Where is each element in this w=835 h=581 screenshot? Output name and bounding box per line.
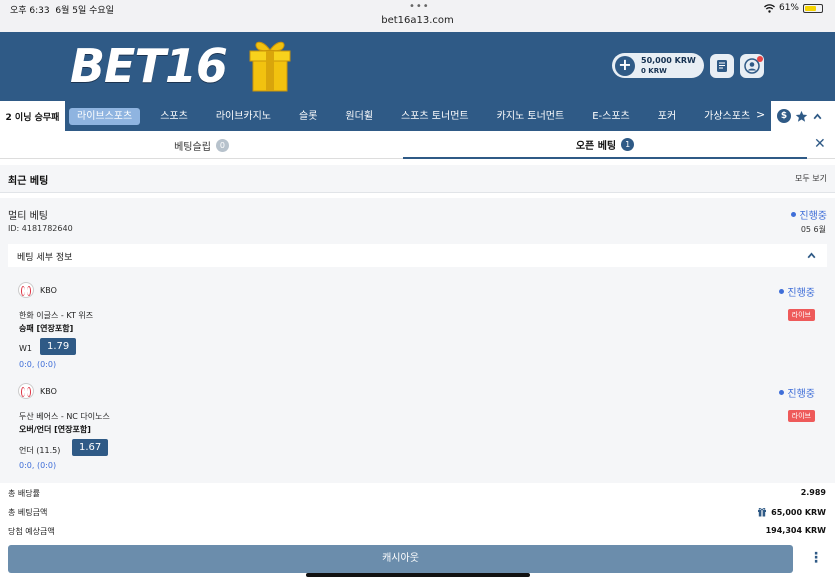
nav-item[interactable]: 스포츠 토너먼트: [387, 108, 483, 125]
nav-item[interactable]: 포커: [644, 108, 690, 125]
league-label: KBO: [18, 282, 57, 298]
potential-payout-label: 당첨 예상금액: [8, 527, 55, 536]
match-score: 0:0, (0:0): [19, 360, 57, 369]
nav-items: 라이브스포츠 스포츠 라이브카지노 슬롯 원더휠 스포츠 토너먼트 카지노 토너먼트 E-스포…: [69, 101, 764, 131]
baseball-icon: [18, 282, 34, 298]
market-name: 오버/언더 [연장포함]: [19, 425, 91, 434]
potential-payout-value: 194,304 KRW: [765, 526, 826, 535]
betslip-document-button[interactable]: [710, 54, 734, 78]
battery-icon: [803, 3, 823, 13]
close-icon[interactable]: ✕: [814, 136, 826, 152]
bet-id: ID: 4181782640: [8, 224, 73, 233]
url-bar[interactable]: bet16a13.com: [0, 15, 835, 26]
bet-type: 멀티 베팅: [8, 211, 48, 222]
match-teams: 한화 이글스 - KT 위즈: [19, 311, 94, 320]
league-label: KBO: [18, 383, 57, 399]
balance-widget[interactable]: + 50,000 KRW 0 KRW: [612, 53, 704, 78]
balance-main: 50,000 KRW: [641, 55, 696, 65]
bet-selection: KBO 진행중 두산 베어스 - NC 다이노스 오버/언더 [연장포함] 라이…: [12, 377, 823, 477]
view-all-link[interactable]: 모두 보기: [795, 173, 827, 184]
total-odds-label: 총 배당률: [8, 489, 40, 498]
nav-item[interactable]: 슬롯: [285, 108, 331, 125]
document-icon: [717, 60, 727, 72]
live-badge: 라이브: [787, 309, 815, 321]
total-odds-value: 2.989: [800, 488, 826, 497]
battery-percent: 61%: [778, 3, 799, 13]
more-vertical-icon[interactable]: ⋮: [809, 550, 823, 566]
market-name: 승패 [연장포함]: [19, 324, 74, 333]
selection-status: 진행중: [779, 284, 815, 299]
balance-bonus: 0 KRW: [641, 66, 667, 75]
chevron-up-icon[interactable]: [812, 111, 823, 122]
nav-item[interactable]: 원더휠: [331, 108, 387, 125]
odd-value: 1.79: [40, 338, 77, 355]
main-nav: 2 이닝 승무패 라이브스포츠 스포츠 라이브카지노 슬롯 원더휠 스포츠 토너먼트 카지노…: [0, 101, 835, 131]
bet-selection: KBO 진행중 한화 이글스 - KT 위즈 승패 [연장포함] 라이브 W1 …: [12, 276, 823, 374]
betslip-count-badge: 0: [215, 138, 229, 152]
site-header: BET16 + 50,000 KRW 0 KRW: [0, 32, 835, 101]
nav-item[interactable]: 스포츠: [146, 108, 202, 125]
bet-date: 05 6월: [800, 225, 826, 234]
star-icon[interactable]: [795, 110, 808, 123]
wifi-icon: [764, 3, 775, 13]
deposit-plus-icon[interactable]: +: [615, 55, 635, 76]
selection-status: 진행중: [779, 385, 815, 400]
open-bets-count-badge: 1: [621, 137, 635, 151]
total-stake-label: 총 베팅금액: [8, 508, 48, 517]
baseball-icon: [18, 383, 34, 399]
status-dot-icon: [779, 390, 785, 395]
more-dots-icon[interactable]: •••: [409, 1, 430, 12]
status-dot-icon: [791, 212, 797, 217]
recent-bets-title: 최근 베팅: [8, 176, 49, 187]
logo[interactable]: BET16: [70, 36, 228, 96]
potential-payout-row: 당첨 예상금액 194,304 KRW: [0, 522, 835, 540]
nav-item[interactable]: 라이브카지노: [202, 108, 285, 125]
bet-details-title: 베팅 세부 정보: [17, 253, 73, 263]
bet-details-toggle[interactable]: 베팅 세부 정보: [8, 244, 827, 267]
odd-value: 1.67: [72, 439, 109, 456]
live-badge: 라이브: [787, 410, 815, 422]
betslip-tabs: 베팅슬립 0 오픈 베팅 1: [0, 131, 835, 159]
nav-item[interactable]: 가상스포츠: [690, 108, 764, 125]
total-stake-value: 65,000 KRW: [771, 507, 826, 517]
recent-bets-header: 최근 베팅 모두 보기: [0, 165, 835, 193]
nav-item[interactable]: 카지노 토너먼트: [483, 108, 579, 125]
currency-icon[interactable]: $: [777, 109, 791, 123]
nav-next-arrow[interactable]: >: [756, 108, 765, 121]
gift-logo-icon: [247, 38, 293, 95]
status-right: 61%: [764, 3, 823, 13]
pick-label: 언더 (11.5): [19, 446, 61, 455]
home-indicator: [306, 573, 530, 577]
nav-item[interactable]: 라이브스포츠: [69, 107, 141, 125]
chevron-up-icon[interactable]: [806, 250, 817, 261]
total-stake-row: 총 베팅금액 65,000 KRW: [0, 503, 835, 521]
tab-betslip[interactable]: 베팅슬립 0: [0, 131, 403, 159]
total-odds-row: 총 배당률 2.989: [0, 484, 835, 502]
status-bar: 오후 6:33 6월 5일 수요일 ••• bet16a13.com 61%: [0, 0, 835, 32]
pick-label: W1: [19, 344, 32, 353]
match-teams: 두산 베어스 - NC 다이노스: [19, 412, 110, 421]
bet-status: 진행중: [791, 207, 827, 222]
bet-totals: 총 배당률 2.989 총 베팅금액 65,000 KRW 당첨 예상금액 19…: [0, 484, 835, 544]
cashout-button[interactable]: 캐시아웃: [8, 545, 793, 573]
nav-item[interactable]: E-스포츠: [578, 108, 644, 125]
profile-button[interactable]: [740, 54, 764, 78]
notification-dot: [757, 56, 763, 62]
match-score: 0:0, (0:0): [19, 461, 57, 470]
tab-open-bets[interactable]: 오픈 베팅 1: [403, 131, 807, 159]
nav-right-tools: $: [771, 101, 835, 131]
status-dot-icon: [779, 289, 785, 294]
nav-item-2inning[interactable]: 2 이닝 승무패: [0, 101, 65, 131]
gift-icon: [758, 507, 767, 517]
total-stake-value-wrap: 65,000 KRW: [757, 507, 826, 517]
